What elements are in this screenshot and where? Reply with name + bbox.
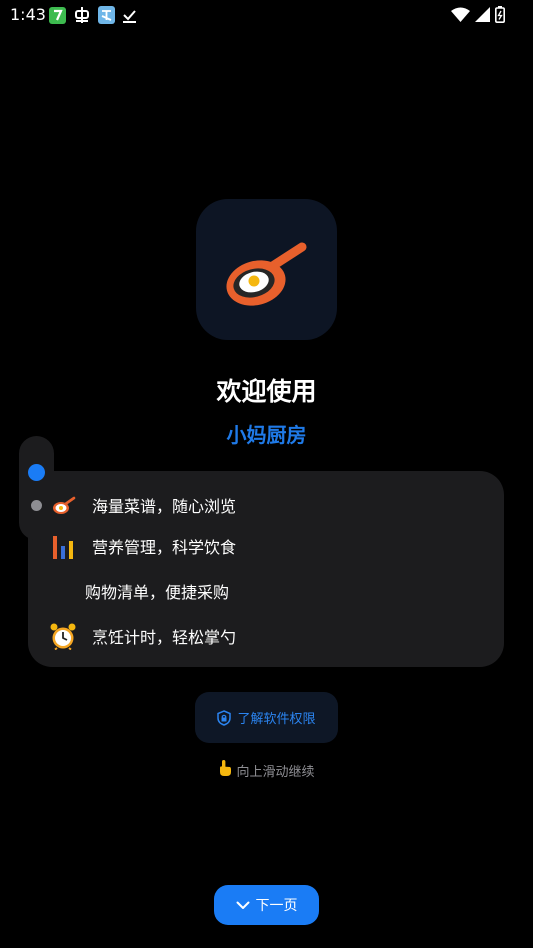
alarm-clock-icon	[48, 621, 78, 651]
page-indicator[interactable]	[19, 436, 54, 540]
feature-label: 海量菜谱，随心浏览	[92, 497, 237, 516]
permissions-label: 了解软件权限	[237, 712, 316, 727]
swipe-hint-text: 向上滑动继续	[236, 764, 315, 780]
app-logo	[196, 199, 337, 340]
bug-icon	[73, 6, 91, 24]
battery-icon	[495, 6, 505, 23]
frying-pan-icon	[48, 490, 78, 520]
wifi-icon	[451, 7, 470, 22]
pointing-up-icon	[218, 759, 232, 781]
system-icons	[451, 6, 505, 23]
bar-chart-icon	[48, 531, 78, 561]
feature-label: 营养管理，科学饮食	[92, 538, 237, 557]
shield-lock-icon	[217, 709, 232, 726]
swipe-hint: 向上滑动继续	[0, 759, 533, 781]
chevron-down-icon	[236, 901, 250, 910]
next-page-button[interactable]: 下一页	[214, 885, 319, 925]
download-complete-icon	[122, 8, 137, 23]
feature-item-nutrition: 营养管理，科学饮食	[48, 531, 236, 561]
cell-signal-icon	[475, 7, 490, 22]
app-7-icon	[49, 6, 66, 24]
feature-item-shopping: 购物清单，便捷采购	[48, 576, 229, 606]
frying-pan-icon	[226, 242, 307, 306]
feature-label: 购物清单，便捷采购	[85, 583, 230, 602]
status-bar: 1:43	[0, 0, 533, 30]
feature-label: 烹饪计时，轻松掌勺	[92, 628, 237, 647]
page-dot-active[interactable]	[28, 464, 45, 481]
notification-icons	[49, 6, 137, 24]
feature-item-recipes: 海量菜谱，随心浏览	[48, 490, 236, 520]
app-shield-icon	[98, 6, 115, 24]
status-time: 1:43	[10, 5, 46, 24]
feature-item-timer: 烹饪计时，轻松掌勺	[48, 621, 236, 651]
next-page-label: 下一页	[255, 898, 298, 914]
permissions-button[interactable]: 了解软件权限	[195, 692, 338, 743]
shopping-cart-icon	[48, 576, 72, 606]
welcome-title: 欢迎使用	[216, 377, 317, 406]
app-name: 小妈厨房	[226, 423, 307, 447]
page-dot-inactive[interactable]	[31, 500, 42, 511]
